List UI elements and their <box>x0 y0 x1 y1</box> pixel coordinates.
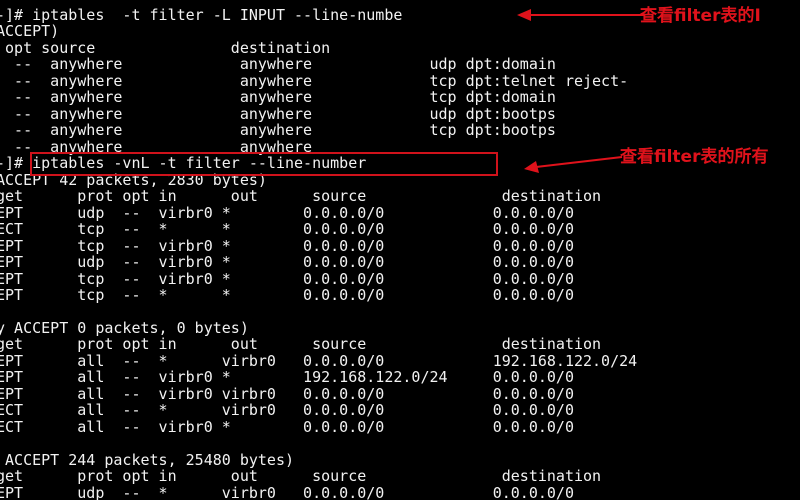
terminal-line: ECT all -- * virbr0 0.0.0.0/0 0.0.0.0/0 <box>0 401 574 419</box>
terminal-line: opt source destination <box>0 39 331 57</box>
terminal-line: EPT tcp -- * * 0.0.0.0/0 0.0.0.0/0 <box>0 286 574 304</box>
terminal-line: -- anywhere anywhere tcp dpt:telnet reje… <box>0 72 629 90</box>
terminal-line: EPT all -- * virbr0 0.0.0.0/0 192.168.12… <box>0 352 638 370</box>
terminal-line: EPT udp -- virbr0 * 0.0.0.0/0 0.0.0.0/0 <box>0 253 574 271</box>
terminal-line: EPT udp -- virbr0 * 0.0.0.0/0 0.0.0.0/0 <box>0 204 574 222</box>
terminal-line: -- anywhere anywhere tcp dpt:domain <box>0 88 556 106</box>
terminal-line: -- anywhere anywhere udp dpt:bootps <box>0 105 556 123</box>
terminal-line: y ACCEPT 0 packets, 0 bytes) <box>0 319 249 337</box>
terminal-line: EPT all -- virbr0 * 192.168.122.0/24 0.0… <box>0 368 574 386</box>
terminal-line: -]# iptables -t filter -L INPUT --line-n… <box>0 6 403 24</box>
command-highlight-box <box>30 152 498 176</box>
terminal-line: get prot opt in out source destination <box>0 335 602 353</box>
annotation-note: 查看filter表的所有 <box>620 147 769 167</box>
terminal-line: EPT tcp -- virbr0 * 0.0.0.0/0 0.0.0.0/0 <box>0 270 574 288</box>
terminal-window[interactable]: -]# iptables -t filter -L INPUT --line-n… <box>0 0 800 500</box>
terminal-line: EPT all -- virbr0 virbr0 0.0.0.0/0 0.0.0… <box>0 385 574 403</box>
terminal-line: -- anywhere anywhere udp dpt:domain <box>0 55 556 73</box>
arrow-icon <box>524 156 623 173</box>
terminal-line: EPT tcp -- virbr0 * 0.0.0.0/0 0.0.0.0/0 <box>0 237 574 255</box>
terminal-line: EPT udp -- * virbr0 0.0.0.0/0 0.0.0.0/0 <box>0 484 574 500</box>
terminal-line: -- anywhere anywhere tcp dpt:bootps <box>0 121 556 139</box>
terminal-line: ACCEPT) <box>0 22 60 40</box>
arrow-icon <box>517 9 645 21</box>
terminal-line: ACCEPT 244 packets, 25480 bytes) <box>0 451 295 469</box>
terminal-line: get prot opt in out source destination <box>0 187 602 205</box>
annotation-note: 查看filter表的I <box>640 6 761 26</box>
terminal-line: ECT tcp -- * * 0.0.0.0/0 0.0.0.0/0 <box>0 220 574 238</box>
terminal-line: ECT all -- virbr0 * 0.0.0.0/0 0.0.0.0/0 <box>0 418 574 436</box>
terminal-line: get prot opt in out source destination <box>0 467 602 485</box>
